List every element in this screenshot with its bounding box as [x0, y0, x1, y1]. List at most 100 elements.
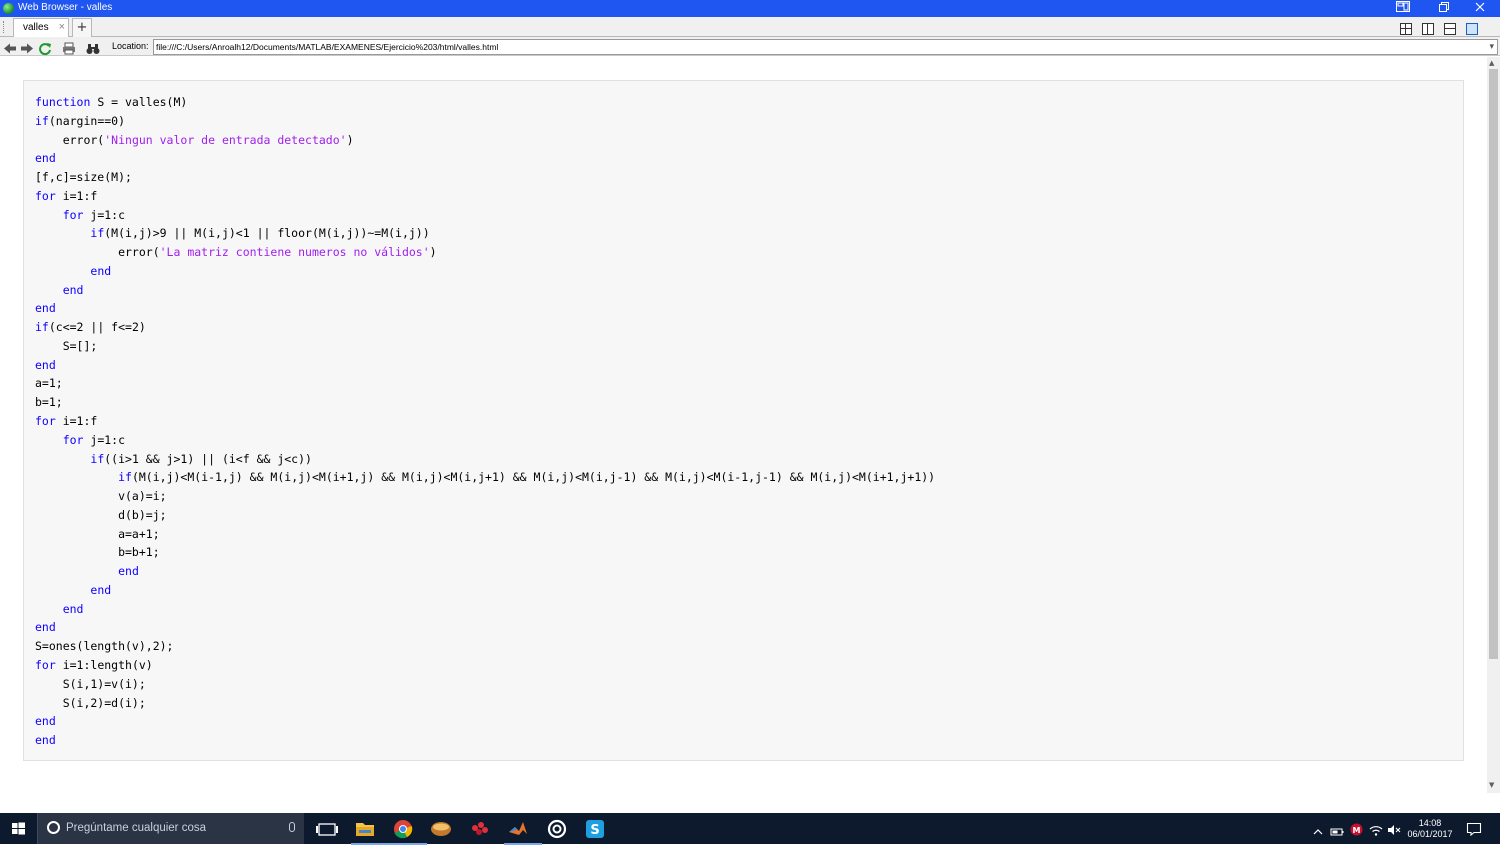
code-text: (c<=2 || f<=2): [48, 320, 146, 335]
volume-muted-icon[interactable]: [1387, 821, 1401, 840]
chrome-icon[interactable]: [389, 817, 427, 845]
back-arrow-icon[interactable]: [3, 40, 17, 54]
code-text: [f,c]=size(M);: [35, 170, 132, 185]
code-line: if(nargin==0): [35, 114, 125, 128]
code-keyword: end: [35, 357, 56, 372]
battery-icon[interactable]: [1330, 822, 1344, 841]
scroll-up-icon[interactable]: ▲: [1489, 59, 1494, 67]
code-string: 'La matriz contiene numeros no válidos': [159, 245, 430, 260]
forward-arrow-icon[interactable]: [20, 40, 34, 54]
code-text: a=1;: [35, 376, 63, 391]
code-keyword: end: [62, 282, 84, 297]
system-clock[interactable]: 14:08 06/01/2017: [1403, 818, 1457, 840]
vertical-scrollbar[interactable]: ▲ ▼: [1487, 57, 1500, 793]
code-keyword: for: [35, 657, 56, 672]
tab-valles[interactable]: valles ×: [13, 18, 69, 37]
code-keyword: end: [35, 151, 56, 166]
cortana-search-box[interactable]: Pregúntame cualquier cosa: [37, 813, 304, 844]
wifi-icon[interactable]: [1369, 821, 1383, 840]
location-dropdown-icon[interactable]: ▾: [1489, 41, 1494, 52]
scrollbar-thumb[interactable]: [1489, 69, 1498, 659]
code-line: error('La matriz contiene numeros no vál…: [35, 245, 437, 259]
tab-strip: valles × +: [0, 17, 1500, 37]
close-icon[interactable]: [1462, 0, 1498, 17]
code-line: end: [35, 282, 84, 297]
code-line: for i=1:f: [35, 414, 97, 428]
code-line: if((i>1 && j>1) || (i<f && j<c)): [35, 452, 312, 466]
tab-close-icon[interactable]: ×: [59, 21, 65, 33]
code-line: for i=1:f: [35, 189, 97, 203]
search-placeholder: Pregúntame cualquier cosa: [66, 822, 206, 834]
scroll-down-icon[interactable]: ▼: [1489, 781, 1494, 789]
code-line: end: [35, 714, 56, 728]
code-text: S(i,2)=d(i);: [35, 695, 146, 710]
app-icon-ring[interactable]: [543, 817, 571, 841]
code-line: if(M(i,j)>9 || M(i,j)<1 || floor(M(i,j))…: [35, 226, 429, 240]
code-line: for j=1:c: [35, 433, 125, 447]
code-text: i=1:f: [55, 414, 98, 429]
code-keyword: if: [35, 113, 49, 128]
start-button[interactable]: [0, 813, 37, 844]
print-icon[interactable]: [62, 40, 76, 55]
location-value: file:///C:/Users/Anroalh12/Documents/MAT…: [156, 42, 499, 52]
tile-grid-icon[interactable]: [1399, 23, 1412, 35]
code-keyword: end: [35, 733, 56, 748]
windows-logo-icon: [12, 822, 25, 835]
tray-chevron-icon[interactable]: [1313, 822, 1323, 841]
code-keyword: if: [118, 470, 132, 485]
tile-horizontal-icon[interactable]: [1443, 23, 1456, 35]
location-label: Location:: [112, 41, 149, 51]
code-line: end: [35, 733, 56, 747]
task-view-icon[interactable]: [313, 817, 341, 841]
code-keyword: for: [62, 207, 84, 222]
code-line: S=ones(length(v),2);: [35, 639, 173, 653]
skype-icon[interactable]: S: [581, 817, 609, 841]
title-bar: Web Browser - valles: [0, 0, 1500, 17]
location-input[interactable]: file:///C:/Users/Anroalh12/Documents/MAT…: [153, 39, 1498, 55]
app-icon-orange[interactable]: [427, 817, 455, 841]
code-line: end: [35, 151, 56, 165]
maximize-tab-icon[interactable]: [1466, 23, 1478, 35]
dock-icon[interactable]: [1385, 0, 1421, 17]
refresh-icon[interactable]: [38, 40, 52, 56]
code-line: if(c<=2 || f<=2): [35, 320, 146, 334]
code-text: v(a)=i;: [35, 489, 167, 504]
restore-icon[interactable]: [1426, 0, 1462, 17]
code-line: b=b+1;: [35, 545, 160, 559]
code-keyword: if: [90, 451, 105, 466]
clock-time: 14:08: [1418, 818, 1442, 828]
new-tab-button[interactable]: +: [72, 18, 92, 37]
code-text: a=a+1;: [35, 526, 160, 541]
microphone-icon[interactable]: [289, 822, 295, 832]
code-keyword: for: [35, 188, 56, 203]
code-line: S(i,1)=v(i);: [35, 677, 146, 691]
page-content: function S = valles(M) if(nargin==0) err…: [0, 57, 1487, 793]
code-line: d(b)=j;: [35, 507, 167, 522]
code-text: d(b)=j;: [35, 507, 167, 522]
code-text: ((i>1 && j>1) || (i<f && j<c)): [104, 451, 312, 466]
code-line: end: [35, 564, 139, 578]
windows-taskbar: Pregúntame cualquier cosa S M 14:08 06/0…: [0, 813, 1500, 845]
find-binoculars-icon[interactable]: [86, 40, 100, 54]
code-line: end: [35, 264, 111, 278]
code-line: end: [35, 358, 56, 372]
action-center-icon[interactable]: [1466, 821, 1482, 840]
code-text: i=1:length(v): [55, 657, 153, 672]
code-line: end: [35, 301, 56, 315]
app-icon-red-dots[interactable]: [466, 817, 494, 841]
code-keyword: end: [118, 564, 139, 579]
antivirus-icon[interactable]: M: [1350, 821, 1363, 840]
tile-vertical-icon[interactable]: [1421, 23, 1434, 35]
matlab-icon[interactable]: [504, 817, 542, 845]
code-line: a=a+1;: [35, 527, 160, 541]
code-line: function S = valles(M): [35, 95, 187, 109]
tab-strip-grip[interactable]: [3, 21, 6, 33]
code-line: for i=1:length(v): [35, 658, 153, 672]
file-explorer-icon[interactable]: [351, 817, 389, 845]
code-text: ): [346, 132, 354, 147]
